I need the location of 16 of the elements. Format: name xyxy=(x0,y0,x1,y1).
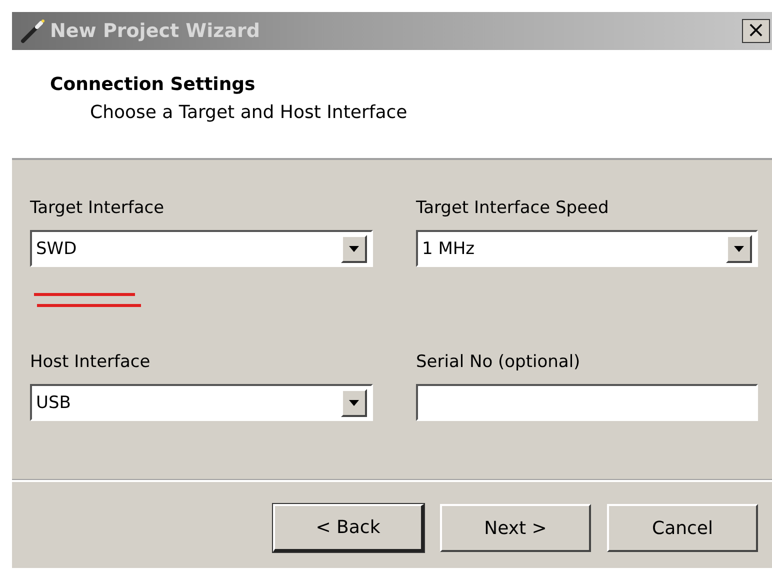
dialog-button[interactable]: Cancel xyxy=(607,504,758,552)
dialog-button[interactable]: Next > xyxy=(440,504,591,552)
field-label: Target Interface xyxy=(30,198,166,218)
close-button[interactable]: × xyxy=(742,19,770,43)
dropdown[interactable]: 1 MHz xyxy=(416,230,758,267)
text-field[interactable] xyxy=(416,384,758,421)
page-subtitle: Choose a Target and Host Interface xyxy=(89,102,408,123)
dialog-button[interactable]: < Back xyxy=(273,504,424,552)
field-label: Serial No (optional) xyxy=(416,352,582,372)
magic-wand-icon xyxy=(20,18,46,44)
page-heading: Connection Settings xyxy=(50,74,256,95)
dropdown[interactable]: SWD xyxy=(30,230,373,267)
dropdown[interactable]: USB xyxy=(30,384,373,421)
window-title: New Project Wizard xyxy=(50,20,260,42)
field-label: Host Interface xyxy=(30,352,152,372)
field-label: Target Interface Speed xyxy=(416,198,610,218)
